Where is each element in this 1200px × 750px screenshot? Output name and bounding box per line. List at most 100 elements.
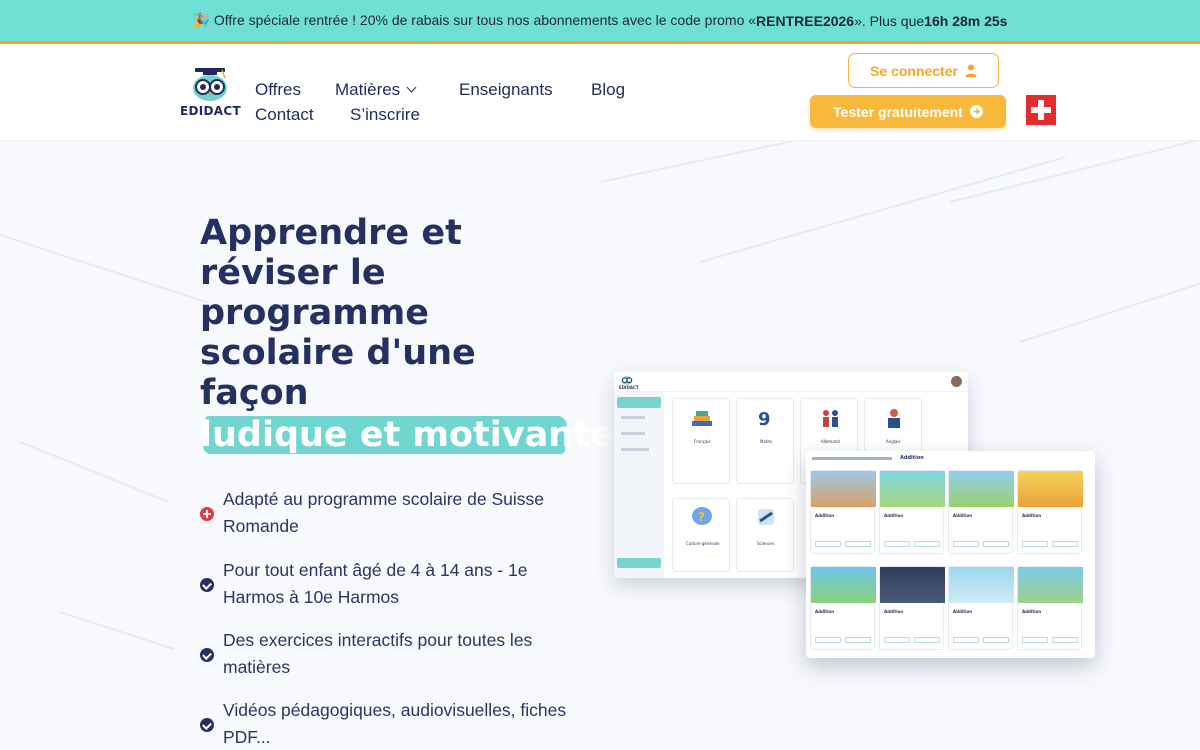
mock-button	[815, 541, 841, 547]
subject-name: Anglais	[886, 439, 901, 444]
subject-name: Allemand	[821, 439, 840, 444]
mock-button	[953, 541, 979, 547]
exercise-title: Addition	[953, 609, 973, 614]
exercise-thumbnail	[1018, 471, 1083, 507]
login-button-label: Se connecter	[870, 62, 958, 79]
subject-name: Sciences	[757, 541, 775, 546]
exercise-card: Addition	[1017, 470, 1083, 554]
user-icon	[965, 64, 977, 77]
free-trial-label: Tester gratuitement	[833, 103, 963, 120]
subject-card: Français	[672, 398, 730, 484]
hero-title-line: scolaire d'une	[200, 333, 476, 373]
login-button[interactable]: Se connecter	[848, 53, 999, 88]
app-screenshot-exercises: Addition Addition Addition Addition Addi…	[806, 451, 1095, 658]
chevron-down-icon	[406, 82, 417, 93]
people-icon	[823, 410, 838, 427]
mock-button	[884, 637, 910, 643]
promo-text-middle: ». Plus que	[854, 12, 925, 29]
svg-text:?: ?	[698, 510, 705, 524]
exercise-card: Addition	[810, 566, 876, 650]
mock-sidebar-active	[617, 397, 661, 408]
exercise-card: Addition	[948, 470, 1014, 554]
mock-sidebar-item	[621, 432, 645, 435]
exercise-thumbnail	[1018, 567, 1083, 603]
nav-enseignants[interactable]: Enseignants	[459, 80, 553, 100]
feature-text: Pour tout enfant âgé de 4 à 14 ans - 1e …	[223, 560, 528, 607]
decor-streak	[1019, 279, 1200, 343]
swiss-cross-icon	[200, 507, 214, 521]
decor-streak	[699, 156, 1066, 263]
promo-banner: 🎉 Offre spéciale rentrée ! 20% de rabais…	[0, 0, 1200, 44]
exercise-title: Addition	[884, 609, 904, 614]
nav-matieres[interactable]: Matières	[335, 80, 417, 100]
subject-name: Français	[694, 439, 711, 444]
mock-button	[884, 541, 910, 547]
mock-button	[1022, 541, 1048, 547]
subject-card: Sciences	[736, 498, 794, 572]
nav-blog[interactable]: Blog	[591, 80, 625, 100]
exercise-thumbnail	[880, 471, 945, 507]
exercise-title: Addition	[884, 513, 904, 518]
exercise-card: Addition	[948, 566, 1014, 650]
mock-sidebar	[614, 392, 664, 578]
feature-text: Adapté au programme scolaire de Suisse R…	[223, 489, 545, 536]
swiss-flag-icon[interactable]	[1026, 95, 1056, 125]
mock-logo-text: EDIDACT	[619, 385, 639, 390]
exercise-title: Addition	[815, 513, 835, 518]
nav-offres[interactable]: Offres	[255, 80, 301, 100]
site-header: EDIDACT Offres Matières Enseignants Blog…	[0, 44, 1200, 141]
mock-breadcrumb-current: Addition	[900, 455, 924, 461]
hero-title: Apprendre et réviser le programme scolai…	[200, 213, 600, 413]
free-trial-button[interactable]: Tester gratuitement	[810, 95, 1006, 128]
hero-title-line: façon	[200, 373, 309, 413]
promo-text: 🎉 Offre spéciale rentrée ! 20% de rabais…	[192, 12, 757, 28]
decor-streak	[59, 611, 175, 651]
mock-button	[983, 637, 1009, 643]
mock-sidebar-item	[621, 448, 649, 451]
hero-highlight: ludique et motivante	[200, 414, 614, 456]
exercise-thumbnail	[811, 567, 876, 603]
mock-topbar: EDIDACT	[614, 372, 968, 392]
question-icon: ?	[692, 507, 712, 525]
exercise-title: Addition	[815, 609, 835, 614]
subject-card: ? Culture générale	[672, 498, 730, 572]
mock-button	[1052, 541, 1078, 547]
decor-streak	[19, 441, 169, 503]
exercise-thumbnail	[811, 471, 876, 507]
mock-button	[983, 541, 1009, 547]
svg-text:9: 9	[758, 409, 771, 429]
check-circle-icon	[200, 718, 214, 732]
hero-highlight-text: ludique et motivante	[200, 415, 614, 455]
promo-code: RENTREE2026	[756, 12, 855, 29]
mock-breadcrumb-path	[812, 457, 892, 460]
mock-button	[953, 637, 979, 643]
feature-text: Vidéos pédagogiques, audiovisuelles, fic…	[223, 700, 567, 747]
telescope-icon	[758, 509, 774, 525]
logo[interactable]: EDIDACT	[180, 68, 241, 118]
nav-contact[interactable]: Contact	[255, 105, 314, 125]
exercise-thumbnail	[949, 567, 1014, 603]
subject-name: Culture générale	[686, 541, 720, 546]
nav-inscrire[interactable]: S’inscrire	[350, 105, 420, 125]
check-circle-icon	[200, 578, 214, 592]
books-icon	[692, 411, 712, 426]
exercise-card: Addition	[810, 470, 876, 554]
check-circle-icon	[200, 648, 214, 662]
mock-button	[845, 541, 871, 547]
mock-button	[815, 637, 841, 643]
feature-text: Des exercices interactifs pour toutes le…	[223, 630, 533, 677]
exercise-thumbnail	[880, 567, 945, 603]
owl-logo-icon	[189, 68, 231, 102]
subject-card: 9 Maths	[736, 398, 794, 484]
exercise-thumbnail	[949, 471, 1014, 507]
owl-logo-icon	[621, 376, 633, 385]
avatar	[951, 376, 962, 387]
mock-button	[1022, 637, 1048, 643]
hero-title-line: réviser le	[200, 253, 386, 293]
mock-button	[1052, 637, 1078, 643]
nav-matieres-label: Matières	[335, 80, 401, 99]
mock-sidebar-button	[617, 558, 661, 568]
mock-button	[914, 541, 940, 547]
hero-title-line: Apprendre et	[200, 213, 462, 253]
logo-text: EDIDACT	[180, 104, 241, 118]
